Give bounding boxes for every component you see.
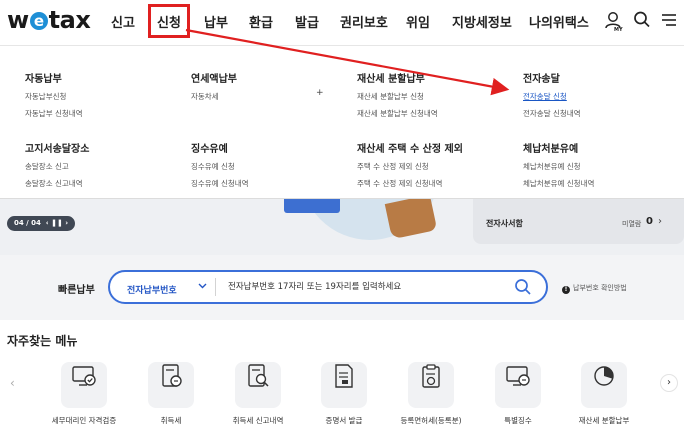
nav-rights-protection[interactable]: 권리보호: [340, 12, 388, 31]
certificate-icon: [321, 362, 367, 408]
banner-slider-control[interactable]: 04 / 04 ‹ ❚❚ ›: [7, 216, 75, 231]
menu-group-title: 고지서송달장소: [25, 144, 90, 155]
menu-link[interactable]: 송달장소 신고: [25, 161, 185, 172]
user-icon[interactable]: MY: [603, 10, 623, 36]
search-icon[interactable]: [514, 278, 532, 300]
menu-group-title: 전자송달: [523, 74, 560, 85]
frequent-menu-label: 특별징수: [504, 416, 532, 425]
help-link-label: 납부번호 확인방법: [573, 284, 627, 292]
user-icon-caption: MY: [614, 27, 623, 32]
banner-illustration-card: [284, 199, 340, 213]
menu-group-arrears-deferral: 체납처분유예 체납처분유예 신청 체납처분유예 신청내역: [523, 140, 683, 189]
unread-count: 0: [646, 216, 653, 227]
menu-group-house-count-exclusion: 재산세 주택 수 산정 제외 주택 수 산정 제외 신청 주택 수 산정 제외 …: [357, 140, 517, 189]
frequent-menu-item[interactable]: 특별징수: [478, 353, 558, 426]
menu-link[interactable]: 체납처분유예 신청내역: [523, 178, 683, 189]
nav-refund[interactable]: 환급: [249, 12, 273, 31]
menu-link[interactable]: 자동납부신청: [25, 91, 185, 102]
menu-link-e-delivery-apply[interactable]: 전자송달 신청: [523, 91, 683, 102]
menu-group-title: 재산세 분할납부: [357, 74, 425, 85]
menu-link[interactable]: 자동납부 신청내역: [25, 108, 185, 119]
menu-link[interactable]: 주택 수 산정 제외 신청: [357, 161, 517, 172]
frequent-menu-label: 취득세: [160, 416, 182, 425]
slide-counter: 04 / 04: [14, 219, 41, 227]
menu-link[interactable]: 징수유예 신청: [191, 161, 351, 172]
monitor-check-icon: [61, 362, 107, 408]
expand-plus-icon[interactable]: +: [316, 88, 324, 98]
nav-delegation[interactable]: 위임: [406, 12, 430, 31]
menu-group-title: 체납처분유예: [523, 144, 579, 155]
frequent-menu-label: 재산세 분할납부: [578, 416, 630, 425]
document-search-icon: [235, 362, 281, 408]
frequent-menu-item[interactable]: 세무대리인 자격검증: [44, 353, 124, 426]
menu-group-title: 재산세 주택 수 산정 제외: [357, 144, 463, 155]
menu-group-title: 자동납부: [25, 74, 62, 85]
divider: [215, 278, 216, 296]
chevron-down-icon[interactable]: [198, 281, 207, 293]
frequent-menu-label: 증명서 발급: [325, 416, 363, 425]
pie-chart-icon: [581, 362, 627, 408]
payment-number-help-link[interactable]: ! 납부번호 확인방법: [562, 283, 627, 294]
slide-controls[interactable]: ‹ ❚❚ ›: [46, 219, 68, 227]
payment-number-input[interactable]: [228, 279, 508, 295]
apply-mega-menu: 자동납부 자동납부신청 자동납부 신청내역 고지서송달장소 송달장소 신고 송달…: [0, 47, 684, 199]
monitor-coin-icon: [495, 362, 541, 408]
nav-issue[interactable]: 발급: [295, 12, 319, 31]
menu-link[interactable]: 주택 수 산정 제외 신청내역: [357, 178, 517, 189]
unread-label: 미열람: [622, 220, 642, 228]
chevron-right-icon[interactable]: ›: [658, 216, 662, 227]
menu-link[interactable]: 송달장소 신고내역: [25, 178, 185, 189]
nav-apply-highlight-box: [148, 4, 190, 38]
menu-link[interactable]: 징수유예 신청내역: [191, 178, 351, 189]
nav-pay[interactable]: 납부: [204, 12, 228, 31]
global-header: w e tax 신고 신청 납부 환급 발급 권리보호 위임 지방세정보 나의위택스…: [0, 0, 684, 46]
nav-local-tax-info[interactable]: 지방세정보: [452, 12, 512, 31]
quick-pay-label: 빠른납부: [58, 285, 95, 296]
frequent-menu-label: 등록면허세(등록분): [400, 416, 462, 425]
menu-group-e-delivery: 전자송달 전자송달 신청 전자송달 신청내역: [523, 70, 683, 119]
menu-link[interactable]: 자동차세: [191, 91, 351, 102]
menu-icon[interactable]: [661, 10, 677, 34]
chevron-right-icon[interactable]: ›: [660, 374, 678, 392]
frequent-menu-item[interactable]: 등록면허세(등록분): [391, 353, 471, 426]
menu-group-title: 징수유예: [191, 144, 228, 155]
wetax-logo[interactable]: w e tax: [7, 6, 91, 34]
menu-link[interactable]: 전자송달 신청내역: [523, 108, 683, 119]
menu-group-auto-pay: 자동납부 자동납부신청 자동납부 신청내역: [25, 70, 185, 119]
info-icon: !: [562, 286, 570, 294]
search-icon[interactable]: [633, 10, 651, 34]
menu-link[interactable]: 체납처분유예 신청: [523, 161, 683, 172]
nav-report[interactable]: 신고: [111, 12, 135, 31]
e-mailbox-title: 전자사서함: [486, 219, 523, 228]
document-coin-icon: [148, 362, 194, 408]
clipboard-coin-icon: [408, 362, 454, 408]
frequent-menu-title: 자주찾는 메뉴: [7, 334, 78, 348]
frequent-menu-label: 세무대리인 자격검증: [51, 416, 117, 425]
chevron-left-icon[interactable]: ‹: [10, 376, 15, 390]
menu-group-title: 연세액납부: [191, 74, 237, 85]
nav-my-wetax[interactable]: 나의위택스: [529, 12, 589, 31]
menu-group-property-installment: 재산세 분할납부 재산세 분할납부 신청 재산세 분할납부 신청내역: [357, 70, 517, 119]
frequent-menu-label: 취득세 신고내역: [232, 416, 284, 425]
frequent-menu-item[interactable]: 증명서 발급: [304, 353, 384, 426]
frequent-menu-item[interactable]: 재산세 분할납부: [564, 353, 644, 426]
menu-link[interactable]: 재산세 분할납부 신청내역: [357, 108, 517, 119]
menu-group-notice-address: 고지서송달장소 송달장소 신고 송달장소 신고내역: [25, 140, 185, 189]
menu-group-collection-deferral: 징수유예 징수유예 신청 징수유예 신청내역: [191, 140, 351, 189]
frequent-menu-item[interactable]: 취득세 신고내역: [218, 353, 298, 426]
payment-number-type-select[interactable]: 전자납부번호: [127, 283, 177, 296]
frequent-menu-item[interactable]: 취득세: [131, 353, 211, 426]
menu-group-annual-pay: 연세액납부 자동차세: [191, 70, 351, 102]
menu-link[interactable]: 재산세 분할납부 신청: [357, 91, 517, 102]
